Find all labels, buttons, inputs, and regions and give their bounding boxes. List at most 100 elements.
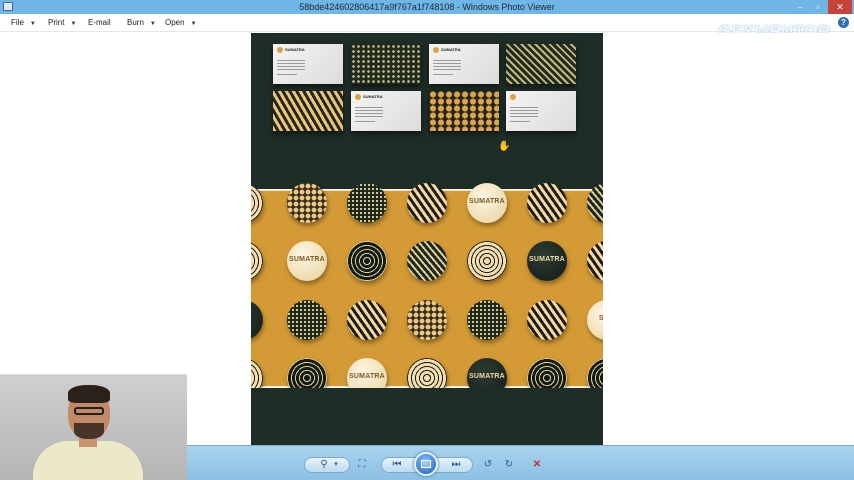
business-card (506, 91, 576, 131)
card-text-line (355, 116, 383, 117)
minimize-button[interactable]: – (790, 0, 810, 14)
actual-size-icon[interactable]: ⛶ (354, 458, 370, 472)
card-text-line (355, 121, 375, 122)
previous-image-icon[interactable]: ⏮ (389, 458, 405, 472)
pin-button (587, 183, 603, 223)
pin-button: SUM (587, 300, 603, 340)
menu-open[interactable]: Open ▼ (165, 18, 197, 27)
card-text-line (510, 121, 530, 122)
presenter-glasses (74, 407, 104, 415)
card-text-line (433, 69, 461, 70)
pin-button: SUMATRA (527, 241, 567, 281)
pin-button (587, 241, 603, 281)
card-logo-icon (510, 94, 516, 100)
slideshow-button[interactable] (414, 452, 438, 476)
pin-button-label: SUM (598, 315, 603, 322)
help-icon[interactable]: ? (838, 17, 849, 28)
pin-button (527, 300, 567, 340)
chevron-down-icon: ▼ (29, 21, 36, 27)
pin-button (287, 300, 327, 340)
card-brand-text: SUMATRA (441, 47, 461, 52)
pin-button: SUMATRA (287, 241, 327, 281)
card-text-line (510, 110, 538, 111)
card-text-line (277, 74, 297, 75)
pin-button (347, 300, 387, 340)
pin-button (407, 300, 447, 340)
webcam-overlay (0, 374, 187, 480)
buttons-pattern-panel: SUMATRA SUMATRA SUMATRA SUM SUMATRA SUMATRA (251, 183, 603, 398)
title-bar: 58bde424602806417a9f767a1f748108 - Windo… (0, 0, 854, 14)
slideshow-icon (421, 460, 431, 468)
card-text-line (277, 63, 305, 64)
pin-button-label: SUMATRA (289, 256, 325, 263)
pin-button-label: SUMATRA (529, 256, 565, 263)
card-text-line (277, 69, 305, 70)
menu-burn[interactable]: Burn ▼ (127, 18, 156, 27)
next-image-icon[interactable]: ⏭ (448, 458, 464, 472)
zoom-dropdown-chevron-icon[interactable]: ▾ (328, 458, 344, 472)
menu-email-label: E-mail (88, 18, 111, 27)
window-title: 58bde424602806417a9f767a1f748108 - Windo… (299, 2, 555, 12)
chevron-down-icon: ▼ (190, 21, 197, 27)
pin-button (407, 183, 447, 223)
rotate-clockwise-icon[interactable]: ↻ (501, 458, 517, 472)
menu-print-label: Print (48, 18, 65, 27)
close-button[interactable]: ✕ (828, 0, 852, 14)
maximize-button[interactable]: ▫ (808, 0, 828, 14)
card-text-line (433, 60, 461, 61)
pin-button (467, 241, 507, 281)
card-logo-icon (355, 94, 361, 100)
menu-file-label: File (11, 18, 24, 27)
business-card (351, 44, 421, 84)
delete-icon[interactable]: ✕ (529, 458, 545, 472)
card-text-line (277, 60, 305, 61)
card-logo-icon (433, 47, 439, 53)
business-card (506, 44, 576, 84)
rotate-counterclockwise-icon[interactable]: ↺ (480, 458, 496, 472)
menu-burn-label: Burn (127, 18, 144, 27)
card-text-line (510, 116, 538, 117)
card-text-line (433, 63, 461, 64)
card-text-line (355, 110, 383, 111)
card-text-line (355, 113, 383, 114)
card-text-line (277, 66, 305, 67)
hand-cursor-icon: ✋ (498, 141, 511, 152)
card-logo-icon (277, 47, 283, 53)
displayed-photo: ✋ SUMATRA SUMATRA SUMATRA SUMATRA SUMATRA SU… (251, 33, 603, 445)
pin-button: SUMATRA (467, 183, 507, 223)
card-text-line (510, 107, 538, 108)
presenter-beard (74, 423, 104, 439)
pin-button (287, 183, 327, 223)
business-card (273, 91, 343, 131)
menu-file[interactable]: File ▼ (11, 18, 36, 27)
menu-email[interactable]: E-mail (88, 18, 111, 27)
card-text-line (355, 107, 383, 108)
business-card: SUMATRA (351, 91, 421, 131)
pin-button-label: SUMATRA (469, 373, 505, 380)
business-card (429, 91, 499, 131)
business-card: SUMATRA (429, 44, 499, 84)
business-cards-panel: ✋ SUMATRA SUMATRA SUMATRA (251, 33, 603, 189)
pin-button (347, 241, 387, 281)
chevron-down-icon: ▼ (70, 21, 77, 27)
card-text-line (433, 74, 453, 75)
card-text-line (433, 66, 461, 67)
menu-open-label: Open (165, 18, 185, 27)
card-brand-text: SUMATRA (363, 94, 383, 99)
pin-button-label: SUMATRA (349, 373, 385, 380)
pin-button (407, 241, 447, 281)
pin-button (527, 183, 567, 223)
pin-button (251, 183, 263, 223)
menu-print[interactable]: Print ▼ (48, 18, 76, 27)
business-card: SUMATRA (273, 44, 343, 84)
pin-button (251, 300, 263, 340)
pin-button-label: SUMATRA (469, 198, 505, 205)
chevron-down-icon: ▼ (149, 21, 156, 27)
dark-bottom-panel (251, 388, 603, 445)
pin-button (251, 241, 263, 281)
presenter-hair (68, 385, 110, 403)
pin-button (467, 300, 507, 340)
card-text-line (510, 113, 538, 114)
card-brand-text: SUMATRA (285, 47, 305, 52)
pin-button (347, 183, 387, 223)
